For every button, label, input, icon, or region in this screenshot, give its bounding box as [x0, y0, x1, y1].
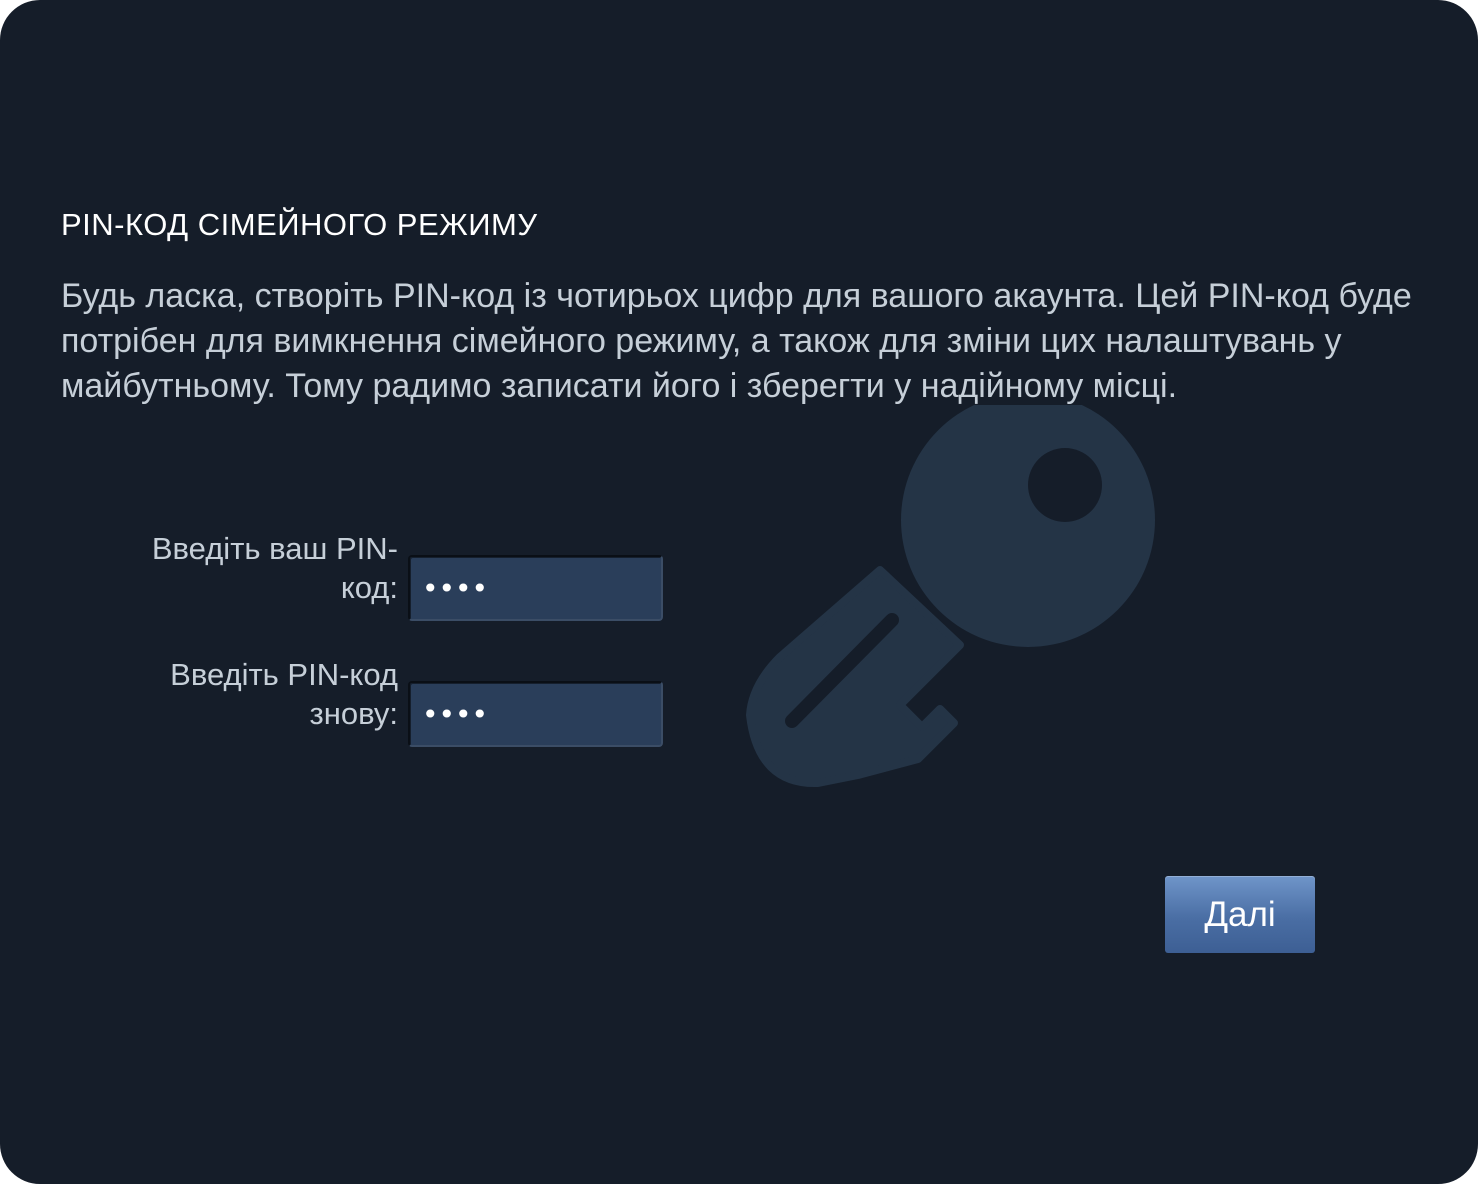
key-icon: [746, 405, 1155, 788]
pin-confirm-input[interactable]: [408, 681, 663, 747]
dialog-description: Будь ласка, створіть PIN-код із чотирьох…: [61, 277, 1412, 405]
dialog-title: PIN-КОД СІМЕЙНОГО РЕЖИМУ: [61, 207, 538, 242]
pin-field-label: Введіть ваш PIN-код:: [151, 531, 398, 605]
pin-confirm-field-label: Введіть PIN-код знову:: [170, 657, 398, 731]
pin-input[interactable]: [408, 555, 663, 621]
next-button[interactable]: Далі: [1165, 876, 1315, 953]
family-pin-dialog: PIN-КОД СІМЕЙНОГО РЕЖИМУ Будь ласка, ств…: [0, 0, 1478, 1184]
